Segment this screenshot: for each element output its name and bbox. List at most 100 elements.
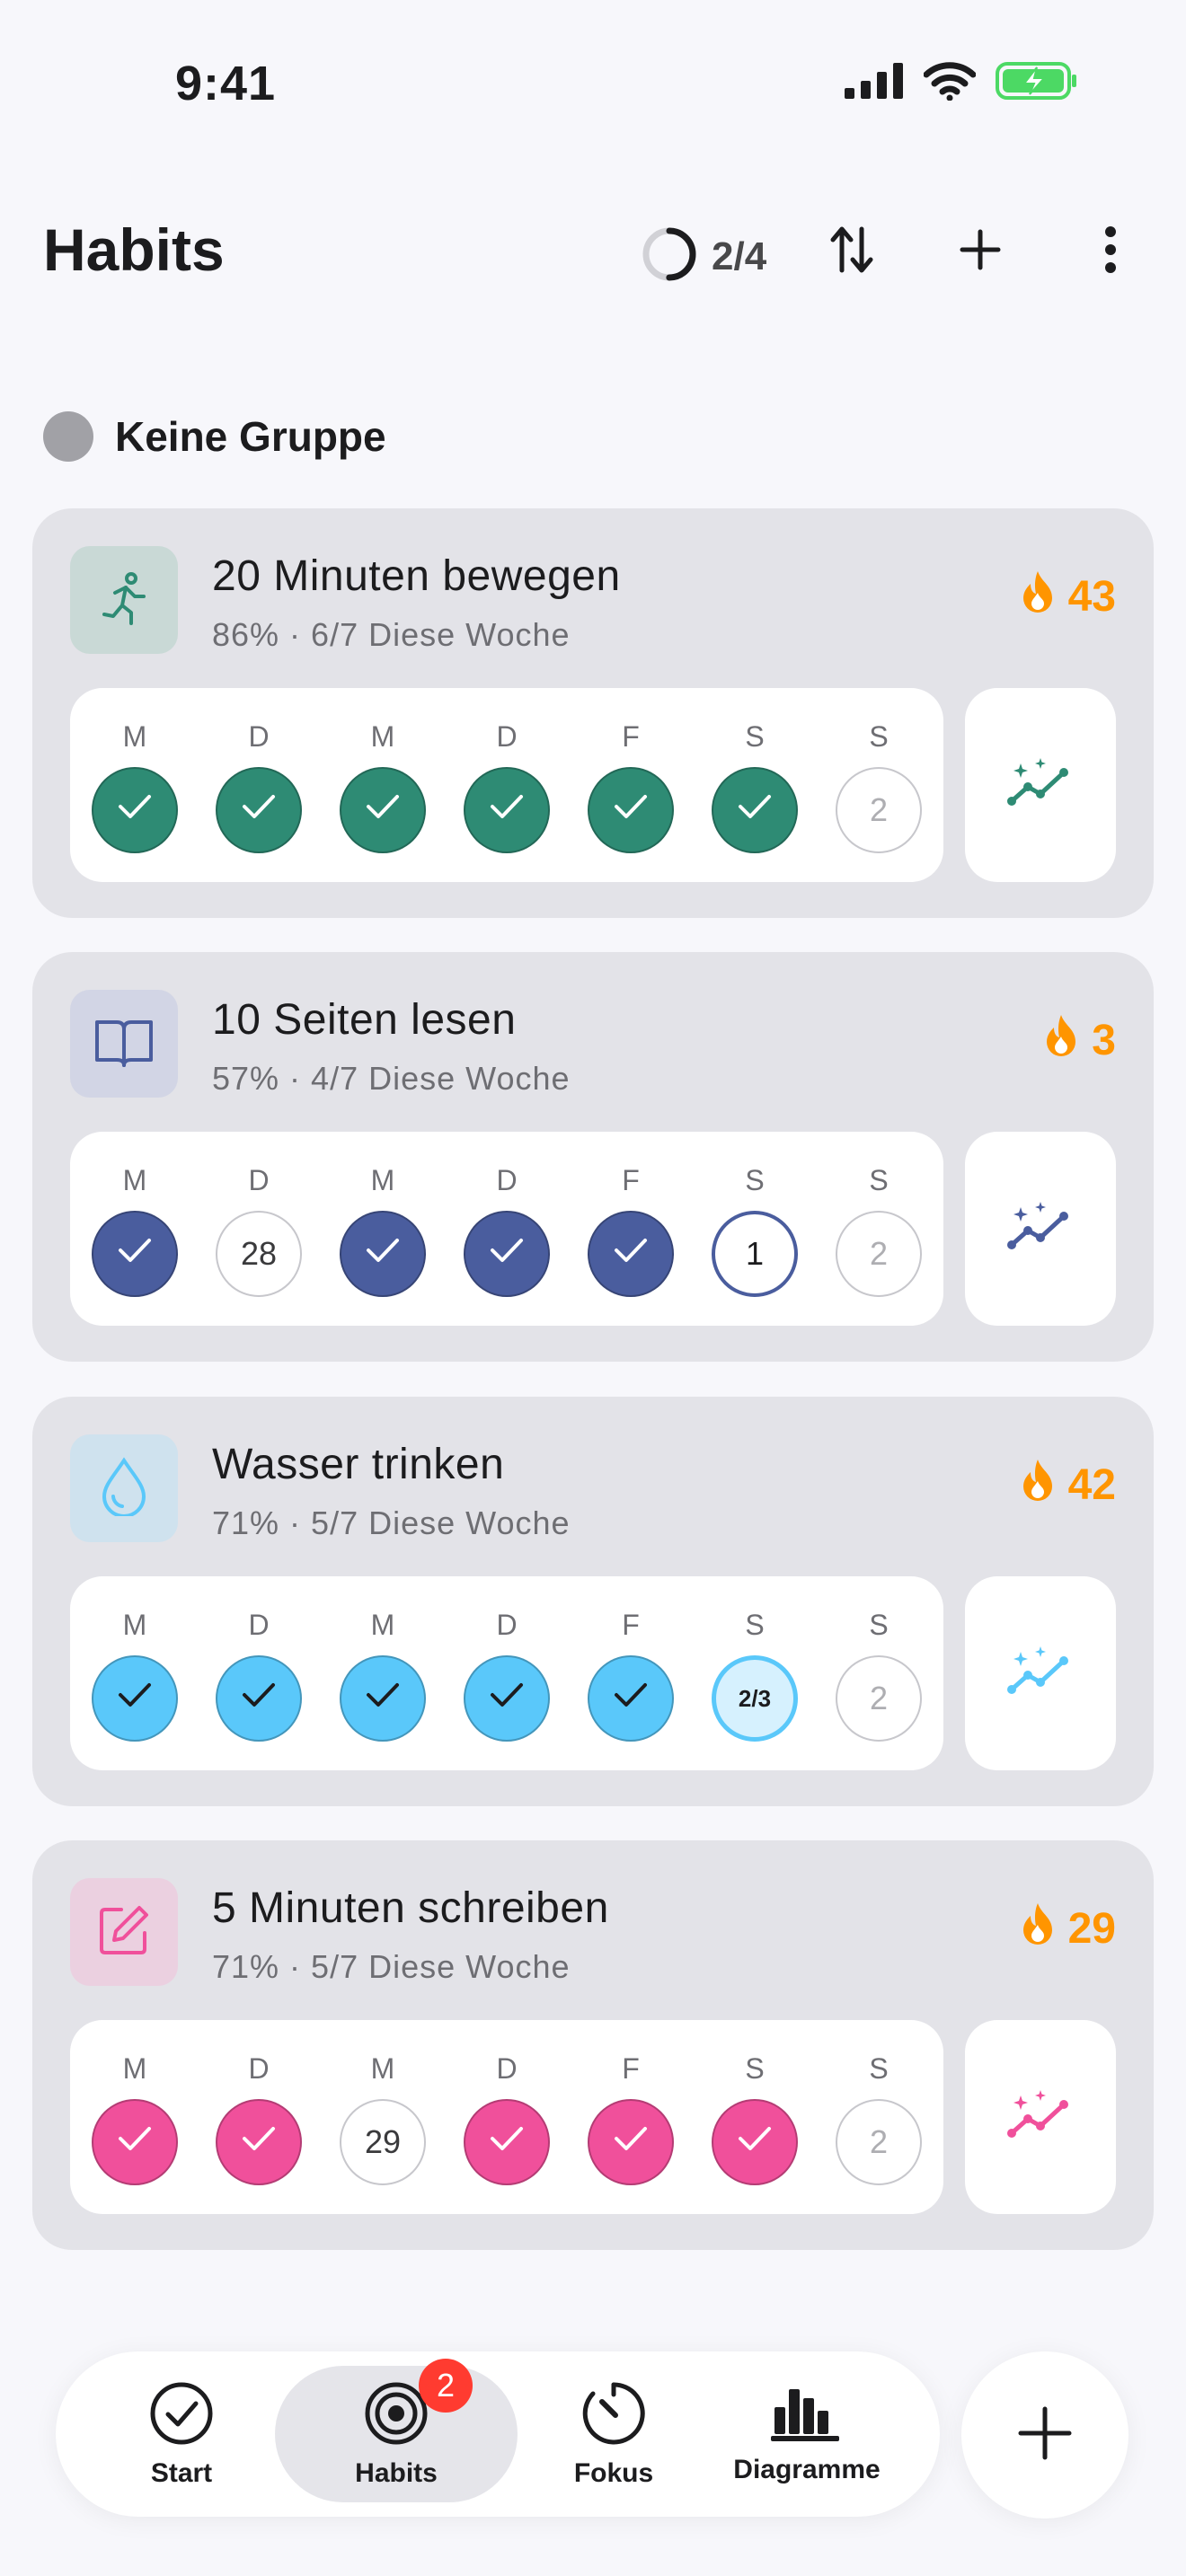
day-check-toggle[interactable]	[92, 1211, 178, 1297]
plus-icon	[1017, 2405, 1073, 2466]
day-check-toggle[interactable]	[340, 767, 426, 853]
weekday-label: M	[370, 720, 395, 753]
habit-card[interactable]: 10 Seiten lesen 57% · 4/7 Diese Woche 3 M D 2…	[32, 952, 1154, 1362]
day-check-toggle[interactable]: 2	[836, 1211, 922, 1297]
checkmark-icon	[363, 790, 403, 831]
habit-weekly-stats: 71% · 5/7 Diese Woche	[212, 1948, 571, 1985]
day-check-toggle[interactable]	[588, 767, 674, 853]
tab-habits[interactable]: Habits 2	[275, 2359, 518, 2502]
day-column: F	[586, 1576, 676, 1770]
header: Habits 2/4	[0, 207, 1186, 305]
day-value: 28	[240, 1235, 278, 1272]
sort-button[interactable]	[823, 223, 881, 280]
day-check-toggle[interactable]: 2/3	[712, 1655, 798, 1742]
tab-habits-label: Habits	[355, 2457, 438, 2488]
day-check-toggle[interactable]	[340, 1655, 426, 1742]
day-check-toggle[interactable]: 2	[836, 1655, 922, 1742]
day-check-toggle[interactable]	[588, 1655, 674, 1742]
checkmark-icon	[363, 1679, 403, 1719]
checkmark-icon	[487, 1679, 527, 1719]
weekday-label: D	[496, 720, 518, 753]
day-column: D 28	[214, 1132, 304, 1326]
day-check-toggle[interactable]	[216, 1655, 302, 1742]
day-check-toggle[interactable]	[712, 767, 798, 853]
day-check-toggle[interactable]	[464, 1211, 550, 1297]
day-column: D	[214, 2020, 304, 2214]
week-tracker: MDMDFSS2	[70, 688, 943, 882]
flame-icon	[1020, 1458, 1056, 1512]
habit-card[interactable]: 20 Minuten bewegen 86% · 6/7 Diese Woche 4…	[32, 508, 1154, 918]
day-check-toggle[interactable]: 28	[216, 1211, 302, 1297]
check-circle-icon	[148, 2380, 215, 2451]
day-check-toggle[interactable]	[464, 1655, 550, 1742]
day-column: M	[338, 1132, 428, 1326]
day-check-toggle[interactable]	[92, 2099, 178, 2185]
cellular-signal-icon	[845, 63, 904, 103]
weekday-label: S	[745, 720, 765, 753]
day-check-toggle[interactable]	[588, 1211, 674, 1297]
habit-stats-button[interactable]	[965, 688, 1116, 882]
more-button[interactable]	[1082, 223, 1139, 280]
day-check-toggle[interactable]	[712, 2099, 798, 2185]
day-check-toggle[interactable]	[216, 2099, 302, 2185]
weekday-label: S	[745, 2052, 765, 2085]
checkmark-icon	[487, 1234, 527, 1275]
weekday-label: S	[869, 1609, 889, 1641]
habit-name: 10 Seiten lesen	[212, 996, 517, 1044]
trend-chart-icon	[1006, 756, 1075, 815]
weekday-label: D	[248, 720, 270, 753]
day-check-toggle[interactable]	[464, 2099, 550, 2185]
tab-bar: Start Habits 2 Fokus Diagramme	[56, 2351, 940, 2517]
day-check-toggle[interactable]	[464, 767, 550, 853]
weekday-label: S	[869, 2052, 889, 2085]
daily-progress[interactable]: 2/4	[640, 225, 766, 288]
weekday-label: S	[869, 720, 889, 753]
checkmark-icon	[115, 2122, 155, 2163]
day-check-toggle[interactable]	[92, 767, 178, 853]
day-value: 1	[745, 1235, 765, 1272]
tab-start[interactable]: Start	[120, 2351, 243, 2517]
tab-fokus-label: Fokus	[573, 2457, 654, 2488]
habit-streak: 43	[1020, 569, 1116, 623]
checkmark-icon	[611, 1234, 651, 1275]
habit-stats-button[interactable]	[965, 1576, 1116, 1770]
day-check-toggle[interactable]: 1	[712, 1211, 798, 1297]
weekday-label: M	[370, 1164, 395, 1196]
habit-card[interactable]: 5 Minuten schreiben 71% · 5/7 Diese Woche…	[32, 1840, 1154, 2250]
day-column: F	[586, 1132, 676, 1326]
tab-fokus[interactable]: Fokus	[546, 2351, 681, 2517]
notification-badge: 2	[419, 2359, 473, 2413]
checkmark-icon	[239, 790, 279, 831]
checkmark-icon	[487, 2122, 527, 2163]
habit-stats-button[interactable]	[965, 1132, 1116, 1326]
day-column: M	[338, 688, 428, 882]
weekday-label: M	[370, 1609, 395, 1641]
add-habit-button[interactable]	[951, 223, 1009, 280]
day-check-toggle[interactable]: 2	[836, 767, 922, 853]
day-check-toggle[interactable]	[92, 1655, 178, 1742]
day-check-toggle[interactable]: 29	[340, 2099, 426, 2185]
day-check-toggle[interactable]: 2	[836, 2099, 922, 2185]
flame-icon	[1020, 1901, 1056, 1955]
habit-name: Wasser trinken	[212, 1441, 505, 1488]
day-check-toggle[interactable]	[340, 1211, 426, 1297]
day-column: S	[710, 2020, 800, 2214]
quick-add-button[interactable]	[961, 2351, 1128, 2519]
group-header[interactable]: Keine Gruppe	[43, 411, 386, 462]
group-label: Keine Gruppe	[115, 413, 386, 460]
day-column: S 2/3	[710, 1576, 800, 1770]
habit-weekly-stats: 86% · 6/7 Diese Woche	[212, 616, 571, 653]
timer-icon	[580, 2380, 647, 2451]
weekday-label: F	[622, 1609, 640, 1641]
tab-diagramme[interactable]: Diagramme	[719, 2351, 895, 2517]
checkmark-icon	[363, 1234, 403, 1275]
habit-card[interactable]: Wasser trinken 71% · 5/7 Diese Woche 42 M D M…	[32, 1397, 1154, 1806]
day-check-toggle[interactable]	[588, 2099, 674, 2185]
habit-stats-button[interactable]	[965, 2020, 1116, 2214]
checkmark-icon	[735, 2122, 774, 2163]
day-check-toggle[interactable]	[216, 767, 302, 853]
progress-ring-icon	[640, 225, 699, 288]
day-value: 2	[869, 791, 889, 828]
habit-icon-box	[70, 1878, 178, 1986]
weekday-label: M	[122, 2052, 147, 2085]
